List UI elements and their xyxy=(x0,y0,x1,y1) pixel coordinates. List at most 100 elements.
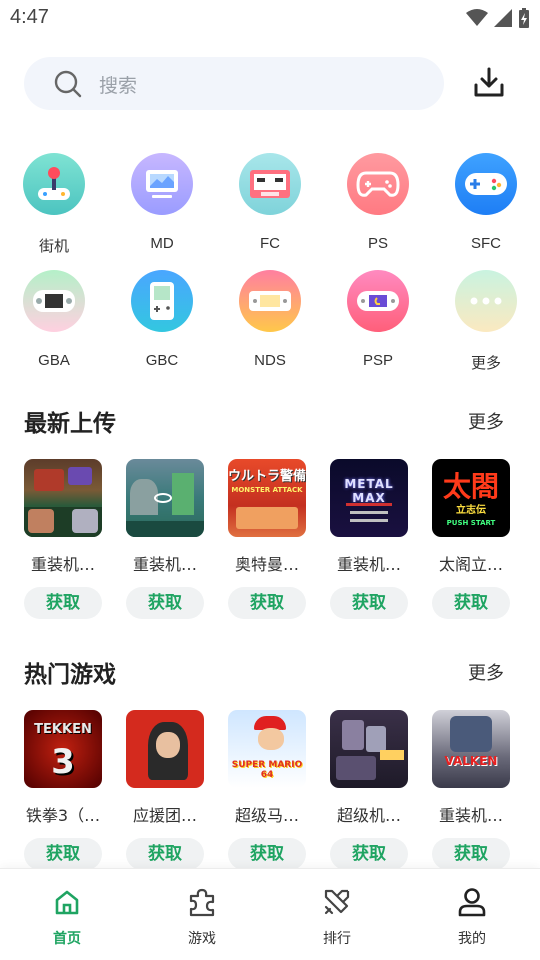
nav-label: 首页 xyxy=(53,931,81,947)
game-card[interactable]: TEKKEN 3 铁拳3（… 获取 xyxy=(23,710,103,870)
game-name: 应援团… xyxy=(132,806,197,825)
search-icon xyxy=(54,70,82,98)
nav-games[interactable]: 游戏 xyxy=(162,885,242,948)
thumb-subtitle: 立志伝 xyxy=(456,505,486,516)
hot-more-link[interactable]: 更多 xyxy=(468,659,504,685)
get-button[interactable]: 获取 xyxy=(432,838,510,870)
psp-handheld-icon xyxy=(347,270,409,332)
game-thumbnail: 太閤 立志伝 PUSH START xyxy=(432,459,510,537)
platform-ps[interactable]: PS xyxy=(324,153,432,252)
game-name: 重装机… xyxy=(30,555,95,574)
fc-cartridge-icon xyxy=(239,153,301,215)
game-thumbnail: METAL MAX xyxy=(330,459,408,537)
game-card[interactable]: ウルトラ警備 MONSTER ATTACK 奥特曼… 获取 xyxy=(227,459,307,619)
search-input[interactable]: 搜索 xyxy=(24,57,444,110)
platform-gba[interactable]: GBA xyxy=(0,270,108,369)
platform-sfc[interactable]: SFC xyxy=(432,153,540,252)
platform-label: 更多 xyxy=(470,355,501,372)
gbc-handheld-icon xyxy=(131,270,193,332)
thumb-title: METAL MAX xyxy=(344,477,394,505)
game-card[interactable]: 重装机… 获取 xyxy=(125,459,205,619)
game-card[interactable]: 重装机… 获取 xyxy=(23,459,103,619)
game-name: 太阁立… xyxy=(438,555,503,574)
get-button[interactable]: 获取 xyxy=(330,838,408,870)
game-card[interactable]: 太閤 立志伝 PUSH START 太阁立… 获取 xyxy=(431,459,511,619)
platform-label: 街机 xyxy=(38,238,69,255)
sfc-gamepad-icon xyxy=(455,153,517,215)
game-card[interactable]: METAL MAX 重装机… 获取 xyxy=(329,459,409,619)
wifi-icon xyxy=(466,9,488,26)
latest-game-row: 重装机… 获取 重装机… 获取 ウルトラ警備 MONSTER ATTACK 奥特… xyxy=(0,459,540,629)
battery-icon xyxy=(519,8,529,28)
thumb-title: VALKEN xyxy=(444,754,498,768)
game-name: 重装机… xyxy=(336,555,401,574)
thumb-title: 太閤 xyxy=(442,470,499,503)
get-button[interactable]: 获取 xyxy=(330,587,408,619)
game-card[interactable]: 应援团… 获取 xyxy=(125,710,205,870)
platform-label: FC xyxy=(260,235,280,252)
game-name: 超级马… xyxy=(234,806,299,825)
game-name: 重装机… xyxy=(132,555,197,574)
thumb-start-text: PUSH START xyxy=(446,519,496,527)
hot-game-row: TEKKEN 3 铁拳3（… 获取 应援团… 获取 SUPER MARIO 64… xyxy=(0,710,540,880)
thumb-title: TEKKEN xyxy=(34,722,92,737)
status-bar: 4:47 xyxy=(0,0,540,38)
platform-more[interactable]: 更多 xyxy=(432,270,540,373)
game-thumbnail xyxy=(24,459,102,537)
thumb-number: 3 xyxy=(51,742,75,782)
platform-label: GBC xyxy=(145,352,179,369)
more-dots-icon xyxy=(455,270,517,332)
game-name: 铁拳3（… xyxy=(25,806,101,825)
platform-md[interactable]: MD xyxy=(108,153,216,252)
game-name: 超级机… xyxy=(336,806,401,825)
nav-profile[interactable]: 我的 xyxy=(432,885,512,948)
bottom-nav: 首页 游戏 排行 我的 xyxy=(0,868,540,960)
game-card[interactable]: 超级机… 获取 xyxy=(329,710,409,870)
get-button[interactable]: 获取 xyxy=(228,838,306,870)
platform-arcade[interactable]: 街机 xyxy=(0,153,108,256)
game-name: 奥特曼… xyxy=(234,555,299,574)
platform-label: PS xyxy=(367,235,388,252)
md-monitor-icon xyxy=(131,153,193,215)
game-thumbnail: ウルトラ警備 MONSTER ATTACK xyxy=(228,459,306,537)
ps-gamepad-icon xyxy=(347,153,409,215)
gba-handheld-icon xyxy=(23,270,85,332)
get-button[interactable]: 获取 xyxy=(126,587,204,619)
hot-section-title: 热门游戏 xyxy=(24,662,116,688)
nav-label: 我的 xyxy=(458,931,486,947)
nav-home[interactable]: 首页 xyxy=(27,885,107,948)
crossed-swords-icon xyxy=(297,885,377,919)
platform-label: GBA xyxy=(38,352,70,369)
nds-handheld-icon xyxy=(239,270,301,332)
thumb-title: SUPER MARIO 64 xyxy=(231,760,303,780)
platform-fc[interactable]: FC xyxy=(216,153,324,252)
latest-more-link[interactable]: 更多 xyxy=(468,408,504,434)
platform-label: NDS xyxy=(254,352,286,369)
get-button[interactable]: 获取 xyxy=(126,838,204,870)
arcade-joystick-icon xyxy=(23,153,85,215)
platform-psp[interactable]: PSP xyxy=(324,270,432,369)
get-button[interactable]: 获取 xyxy=(228,587,306,619)
get-button[interactable]: 获取 xyxy=(24,587,102,619)
game-card[interactable]: SUPER MARIO 64 超级马… 获取 xyxy=(227,710,307,870)
download-icon xyxy=(474,67,504,97)
nav-ranking[interactable]: 排行 xyxy=(297,885,377,948)
status-time: 4:47 xyxy=(10,6,49,28)
puzzle-icon xyxy=(162,885,242,919)
person-icon xyxy=(432,885,512,919)
game-thumbnail xyxy=(126,459,204,537)
platform-gbc[interactable]: GBC xyxy=(108,270,216,369)
platform-label: PSP xyxy=(362,352,393,369)
platform-nds[interactable]: NDS xyxy=(216,270,324,369)
platform-label: SFC xyxy=(471,235,501,252)
download-button[interactable] xyxy=(470,63,508,101)
home-icon xyxy=(27,885,107,919)
game-card[interactable]: VALKEN 重装机… 获取 xyxy=(431,710,511,870)
game-thumbnail: VALKEN xyxy=(432,710,510,788)
game-thumbnail xyxy=(330,710,408,788)
nav-label: 游戏 xyxy=(188,931,216,947)
platform-label: MD xyxy=(150,235,174,252)
get-button[interactable]: 获取 xyxy=(432,587,510,619)
nav-label: 排行 xyxy=(323,931,351,947)
get-button[interactable]: 获取 xyxy=(24,838,102,870)
